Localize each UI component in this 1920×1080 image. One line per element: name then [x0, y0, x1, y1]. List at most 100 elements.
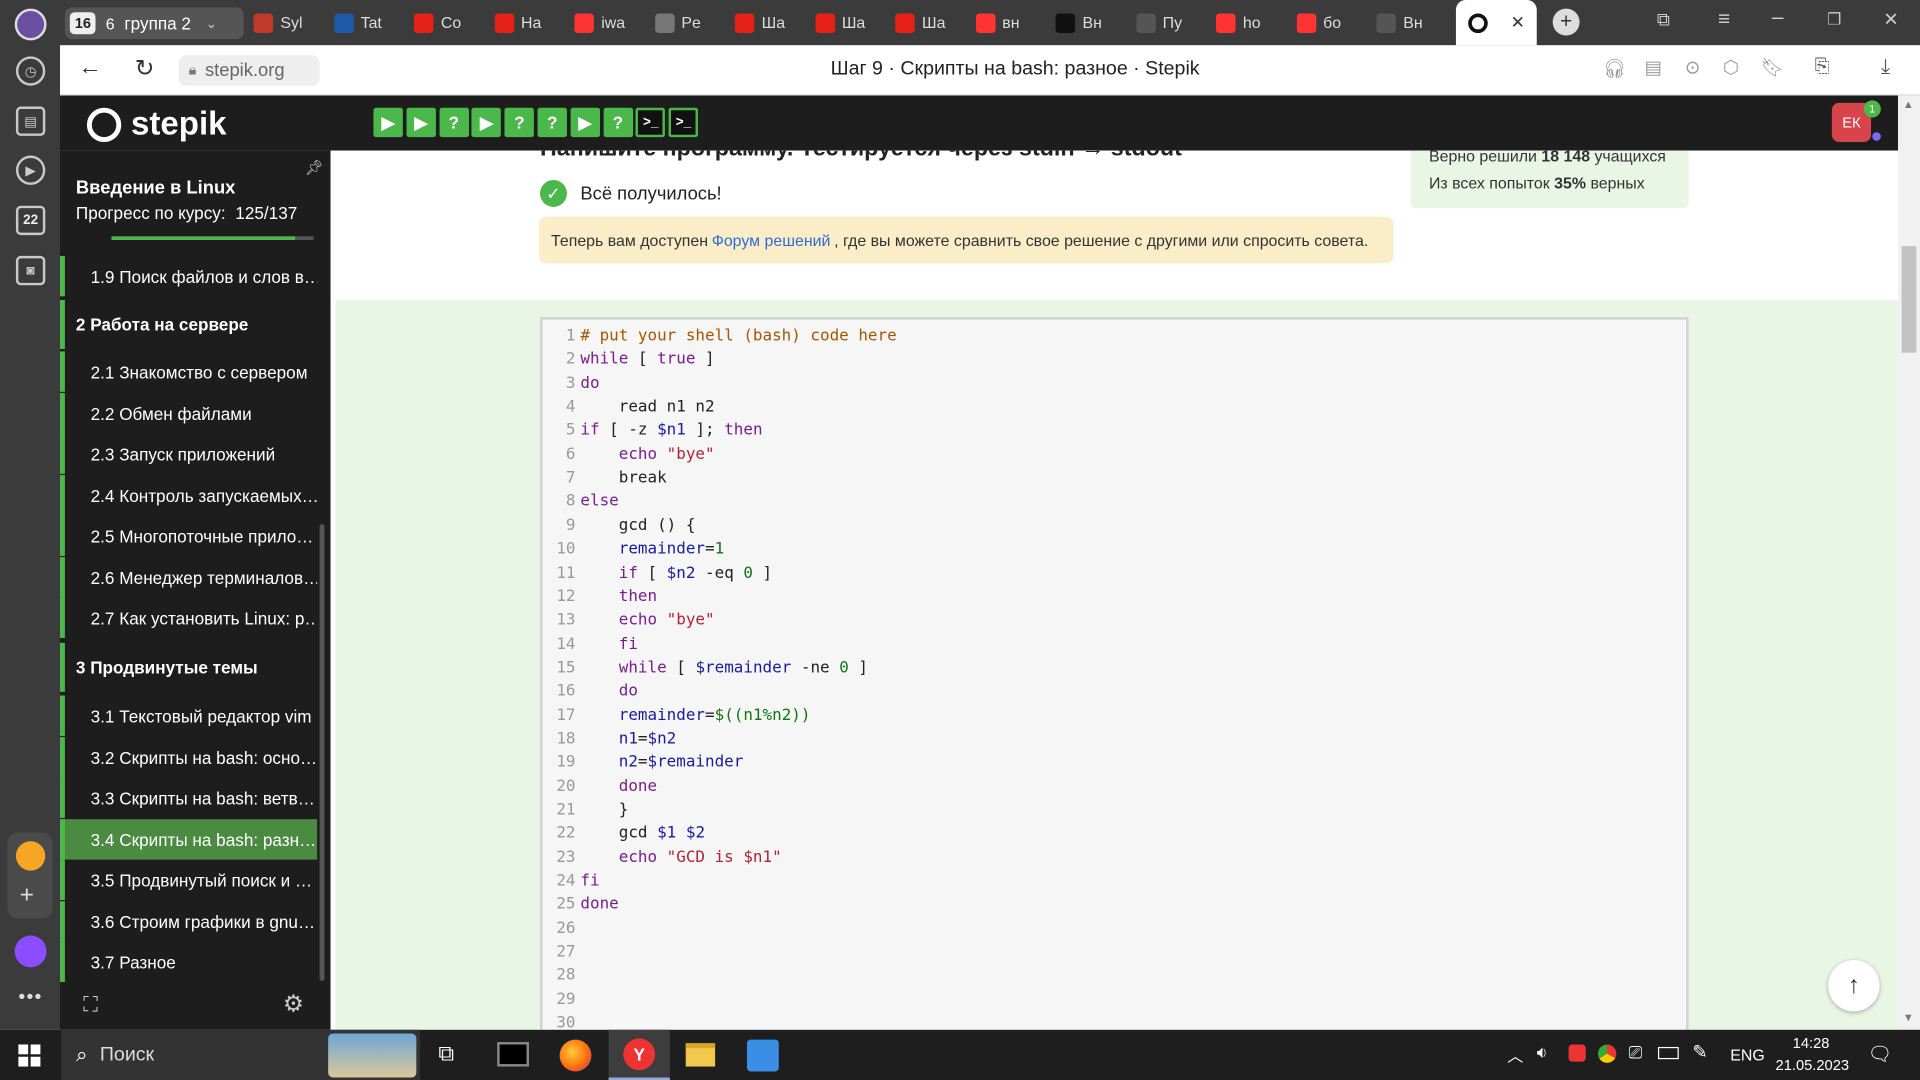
firefox-icon[interactable] [559, 1039, 592, 1072]
sidebar-item[interactable]: 2.3 Запуск приложений [60, 433, 317, 474]
code-line[interactable]: echo "GCD is $n1" [580, 848, 782, 866]
browser-tab[interactable]: Пу [1135, 5, 1207, 41]
minimize-icon[interactable]: – [1772, 5, 1784, 29]
code-line[interactable]: while [ $remainder -ne 0 ] [580, 659, 868, 677]
sidebar-item[interactable]: 2.4 Контроль запускаемых… [60, 475, 317, 516]
code-line[interactable]: # put your shell (bash) code here [580, 327, 896, 345]
screenshot-icon[interactable]: ◙ [15, 255, 46, 286]
url-field[interactable]: 🔒︎ stepik.org [178, 55, 320, 86]
code-line[interactable]: while [ true ] [580, 351, 714, 369]
sidebar-item[interactable]: 3.7 Разное [60, 941, 317, 983]
video-icon[interactable]: ▶ [15, 155, 46, 185]
tray-app-icon[interactable] [1568, 1044, 1586, 1062]
sidebar-item[interactable]: 3.2 Скрипты на bash: осно… [60, 737, 317, 778]
step-10-terminal-icon[interactable]: >_ [668, 107, 699, 138]
browser-tab[interactable]: Pe [654, 5, 725, 41]
code-line[interactable]: if [ $n2 -eq 0 ] [580, 564, 772, 582]
step-9-terminal-icon[interactable]: >_ [635, 107, 666, 138]
browser-tab[interactable]: Tat [333, 5, 405, 41]
new-tab-button[interactable]: + [1552, 8, 1580, 36]
step-7-play-icon[interactable]: ▶ [570, 107, 600, 138]
battery-icon[interactable] [1657, 1046, 1679, 1060]
code-line[interactable]: then [580, 588, 657, 606]
step-3-question-icon[interactable]: ? [439, 107, 469, 138]
code-line[interactable]: gcd $1 $2 [580, 825, 705, 843]
code-line[interactable]: done [580, 777, 657, 795]
sidebar-item[interactable]: 3.6 Строим графики в gnu… [60, 901, 317, 942]
browser-tab[interactable]: Вн [1055, 5, 1127, 41]
windows-start-icon[interactable] [18, 1044, 41, 1067]
translate-icon[interactable]: ⊙ [1685, 56, 1700, 79]
browser-tab[interactable]: iwa [574, 5, 645, 41]
history-icon[interactable]: ◷ [15, 56, 46, 86]
browser-tab[interactable]: Ша [814, 5, 886, 41]
add-panel-icon[interactable]: + [20, 882, 34, 910]
reader-icon[interactable]: ▤ [1645, 56, 1662, 79]
sidebar-item[interactable]: 3.3 Скрипты на bash: ветв… [60, 777, 317, 818]
code-line[interactable]: fi [580, 872, 599, 890]
volume-icon[interactable]: 🔉︎ [1537, 1042, 1548, 1063]
sidebar-section[interactable]: 3 Продвинутые темы [60, 642, 317, 692]
calendar-icon[interactable]: 22 [15, 205, 46, 236]
more-icon[interactable]: ••• [18, 987, 42, 1009]
code-line[interactable]: if [ -z $n1 ]; then [580, 422, 762, 440]
code-line[interactable]: read n1 n2 [580, 398, 715, 416]
app-icon[interactable] [746, 1039, 779, 1072]
menu-icon[interactable]: ≡ [1718, 7, 1730, 31]
yandex-app-icon[interactable] [15, 841, 46, 871]
browser-tab[interactable]: ho [1215, 5, 1287, 41]
sidebar-item-active[interactable]: 3.4 Скрипты на bash: разн… [60, 819, 318, 860]
browser-tab[interactable]: Syl [253, 5, 324, 41]
browser-tab[interactable]: Ша [895, 5, 966, 41]
sidebar-scrollbar[interactable] [319, 524, 325, 981]
tab-counter[interactable]: 16 6 группа 2 ⌄ [64, 7, 244, 40]
language-indicator[interactable]: ENG [1730, 1046, 1764, 1064]
headphones-icon[interactable]: 🎧︎ [1603, 58, 1626, 80]
step-4-play-icon[interactable]: ▶ [471, 107, 502, 138]
step-6-question-icon[interactable]: ? [537, 107, 567, 138]
sidebar-item[interactable]: 2.7 Как установить Linux: р… [60, 597, 317, 638]
collections-icon[interactable]: ▤ [15, 106, 46, 136]
code-line[interactable]: echo "bye" [580, 611, 715, 629]
code-line[interactable]: remainder=1 [580, 540, 724, 558]
browser-tab[interactable]: бо [1296, 5, 1367, 41]
download-icon[interactable]: ⤓ [1881, 55, 1890, 79]
scroll-thumb[interactable] [1901, 246, 1917, 353]
sidebar-item[interactable]: 2.6 Менеджер терминалов… [60, 557, 317, 598]
active-tab[interactable]: ✕ [1455, 0, 1537, 46]
scroll-up-icon[interactable]: ▲ [1903, 98, 1914, 110]
yandex-browser-icon[interactable]: Y [608, 1029, 670, 1080]
stepik-logo[interactable]: stepik [86, 105, 227, 143]
browser-tab[interactable]: Ша [734, 5, 806, 41]
pen-icon[interactable]: ✎ [1692, 1041, 1707, 1063]
sidebar-item[interactable]: 2.2 Обмен файлами [60, 393, 317, 434]
code-line[interactable]: done [580, 896, 618, 914]
close-tab-icon[interactable]: ✕ [1511, 12, 1525, 33]
code-line[interactable]: break [580, 469, 667, 487]
step-2-play-icon[interactable]: ▶ [406, 107, 436, 138]
sidebar-section[interactable]: 2 Работа на сервере [60, 300, 317, 349]
back-icon[interactable]: ← [78, 55, 101, 82]
code-editor[interactable]: 1 # put your shell (bash) code here 2 while… [540, 317, 1689, 1030]
page-scrollbar[interactable]: ▲ ▼ [1897, 95, 1920, 1030]
course-title[interactable]: Введение в Linux [76, 178, 235, 199]
sidebar-item[interactable]: 2.1 Знакомство с сервером [60, 351, 317, 392]
code-line[interactable]: do [580, 682, 638, 700]
code-line[interactable]: else [580, 493, 618, 511]
clock-time[interactable]: 14:28 [1793, 1035, 1830, 1052]
fullscreen-icon[interactable]: ⛶ [83, 993, 98, 1017]
chrome-tray-icon[interactable] [1597, 1044, 1617, 1063]
clock-date[interactable]: 21.05.2023 [1776, 1057, 1850, 1074]
taskbar-search[interactable]: ⌕ Поиск [61, 1029, 421, 1080]
code-line[interactable]: remainder=$((n1%n2)) [580, 706, 811, 724]
file-explorer-icon[interactable] [685, 1043, 716, 1067]
code-line[interactable]: n1=$n2 [580, 730, 677, 748]
code-line[interactable]: gcd () { [580, 516, 696, 534]
maximize-icon[interactable]: ❐ [1827, 10, 1841, 30]
scroll-down-icon[interactable]: ▼ [1903, 1011, 1914, 1023]
code-line[interactable]: echo "bye" [580, 445, 715, 463]
code-line[interactable]: do [580, 374, 599, 392]
bookmark-icon[interactable]: 🔖︎ [1761, 56, 1784, 79]
tab-list-icon[interactable]: ⧉ [1657, 10, 1670, 31]
scroll-to-top-button[interactable]: ↑ [1828, 960, 1880, 1012]
